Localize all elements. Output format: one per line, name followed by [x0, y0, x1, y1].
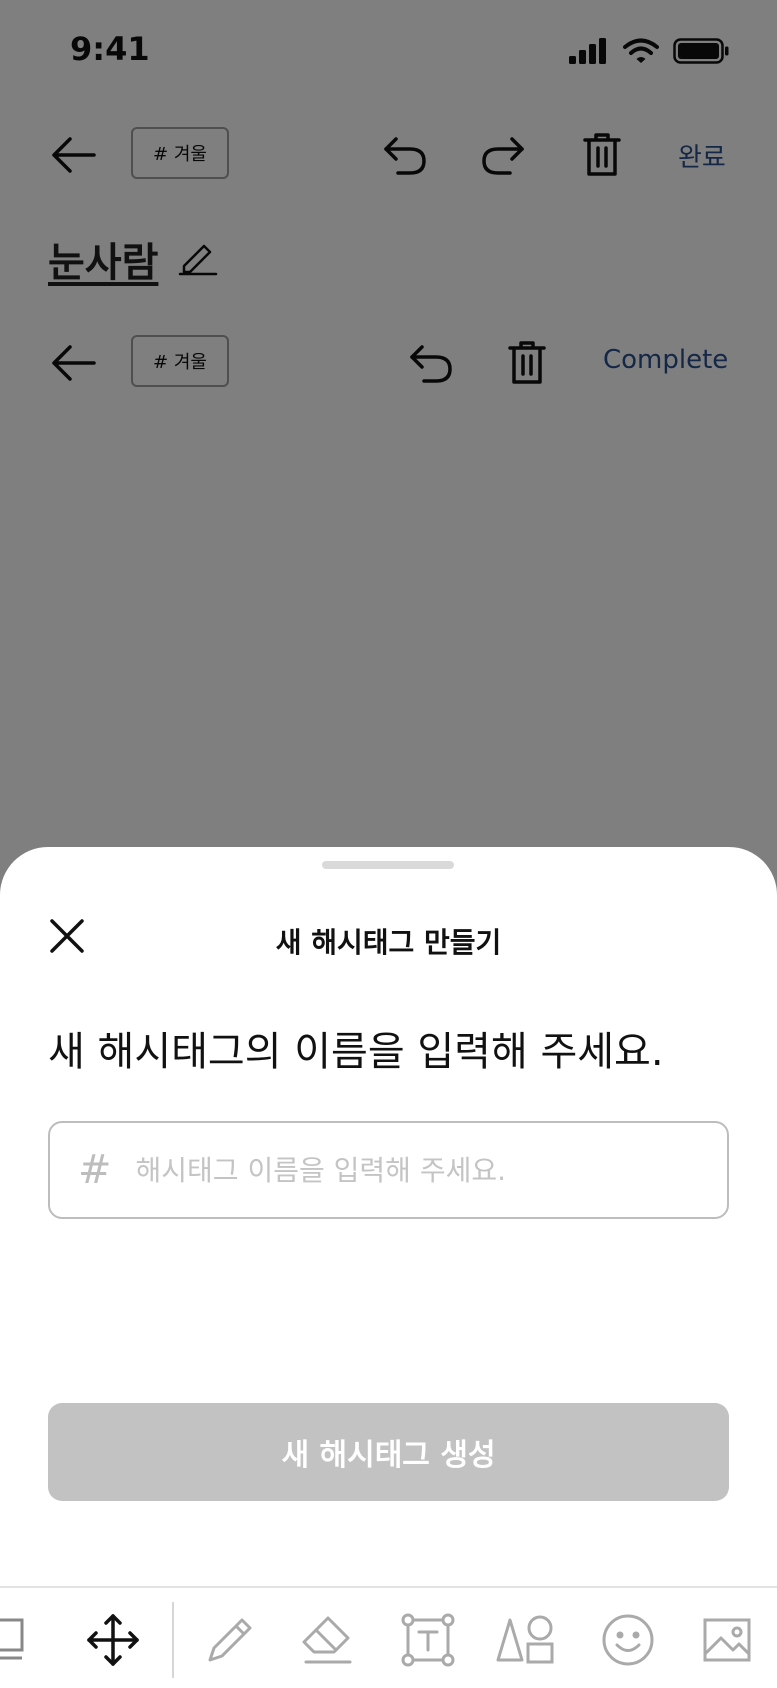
hash-prefix: #	[78, 1147, 112, 1193]
bottom-toolbar	[0, 1586, 777, 1688]
sheet-title: 새 해시태그 만들기	[275, 926, 502, 959]
tool-shapes[interactable]	[494, 1608, 558, 1672]
image-icon	[703, 1618, 751, 1662]
text-box-icon	[401, 1613, 455, 1667]
emoji-icon	[602, 1614, 654, 1666]
tool-move[interactable]	[81, 1608, 145, 1672]
pen-icon	[208, 1618, 252, 1662]
sheet-prompt: 새 해시태그의 이름을 입력해 주세요.	[48, 1029, 664, 1075]
tool-select[interactable]	[0, 1608, 46, 1672]
sheet-grabber[interactable]	[322, 861, 454, 869]
move-icon	[87, 1614, 139, 1666]
hashtag-input-container[interactable]: #	[48, 1121, 729, 1219]
eraser-icon	[302, 1616, 352, 1664]
shapes-icon	[496, 1615, 554, 1664]
tool-eraser[interactable]	[296, 1608, 360, 1672]
tool-emoji[interactable]	[596, 1608, 660, 1672]
toolbar-divider	[172, 1602, 174, 1678]
hashtag-name-input[interactable]	[133, 1152, 698, 1188]
tool-image[interactable]	[695, 1608, 759, 1672]
create-hashtag-button[interactable]: 새 해시태그 생성	[48, 1403, 729, 1501]
new-hashtag-sheet: 새 해시태그 만들기 새 해시태그의 이름을 입력해 주세요. # 새 해시태그…	[0, 847, 777, 1686]
tool-text[interactable]	[396, 1608, 460, 1672]
square-icon	[0, 1618, 24, 1660]
tool-pen[interactable]	[198, 1608, 262, 1672]
